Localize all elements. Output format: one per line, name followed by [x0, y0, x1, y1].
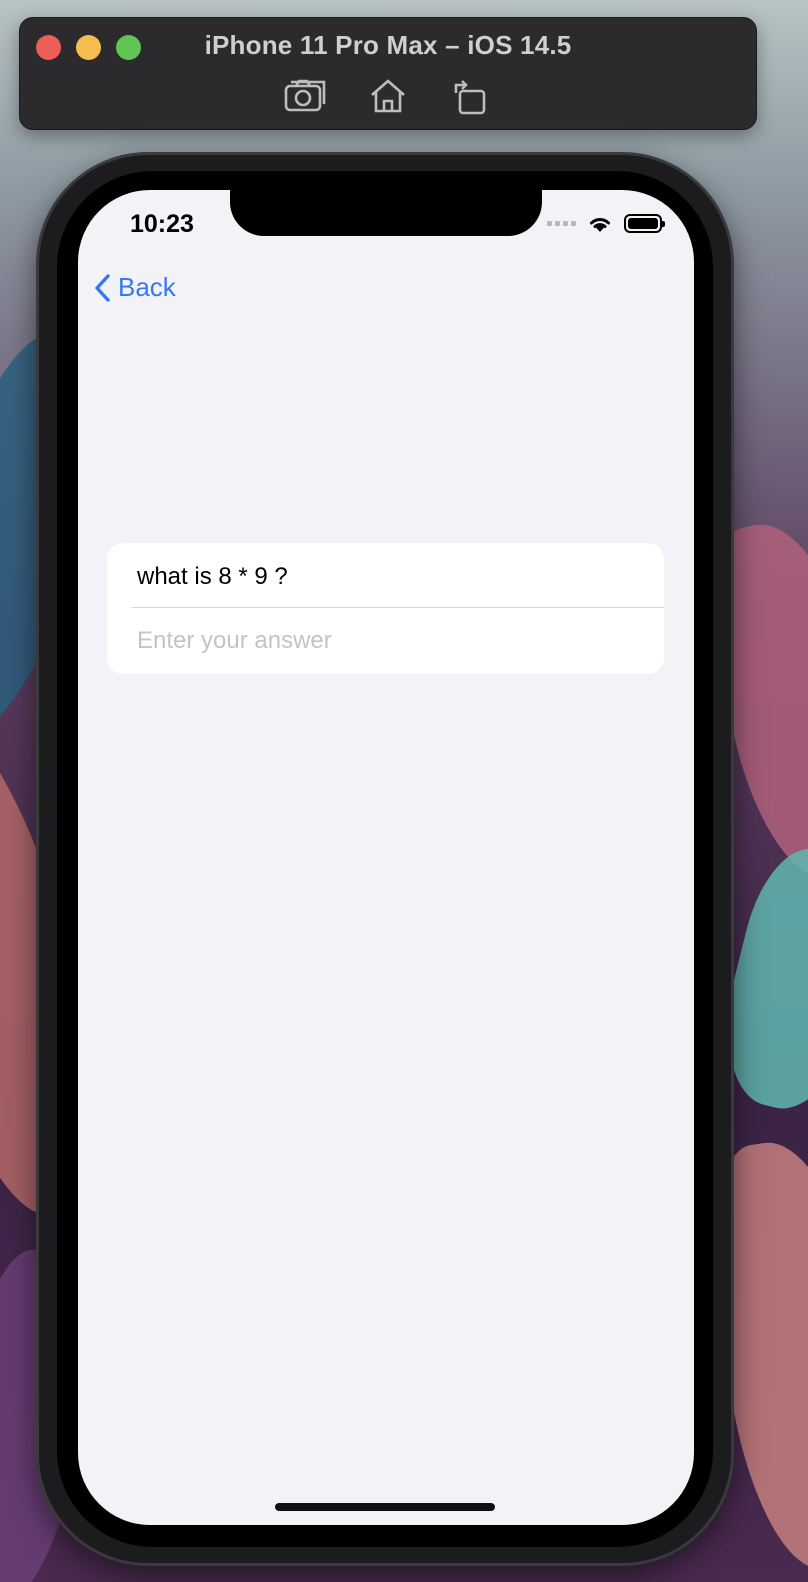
status-time: 10:23 [130, 210, 194, 238]
card-divider [131, 607, 664, 608]
back-button[interactable]: Back [94, 272, 176, 303]
simulator-title-bar: iPhone 11 Pro Max – iOS 14.5 [19, 17, 757, 130]
notch [230, 190, 542, 236]
quiz-card: what is 8 * 9 ? [107, 543, 664, 674]
home-indicator[interactable] [275, 1503, 495, 1511]
answer-input[interactable] [137, 621, 637, 661]
home-icon[interactable] [366, 76, 410, 116]
question-text: what is 8 * 9 ? [137, 563, 288, 590]
cellular-signal-icon [547, 221, 576, 226]
battery-icon [624, 214, 665, 233]
simulator-toolbar [20, 76, 756, 116]
simulator-title: iPhone 11 Pro Max – iOS 14.5 [204, 30, 572, 60]
back-button-label: Back [118, 272, 176, 302]
rotate-icon[interactable] [448, 76, 492, 116]
device-screen: 10:23 Back what is 8 * 9 ? [78, 190, 694, 1525]
wifi-icon [590, 217, 610, 232]
camera-screenshot-icon[interactable] [284, 76, 328, 116]
chevron-left-icon [95, 273, 110, 302]
status-indicators [547, 214, 665, 233]
